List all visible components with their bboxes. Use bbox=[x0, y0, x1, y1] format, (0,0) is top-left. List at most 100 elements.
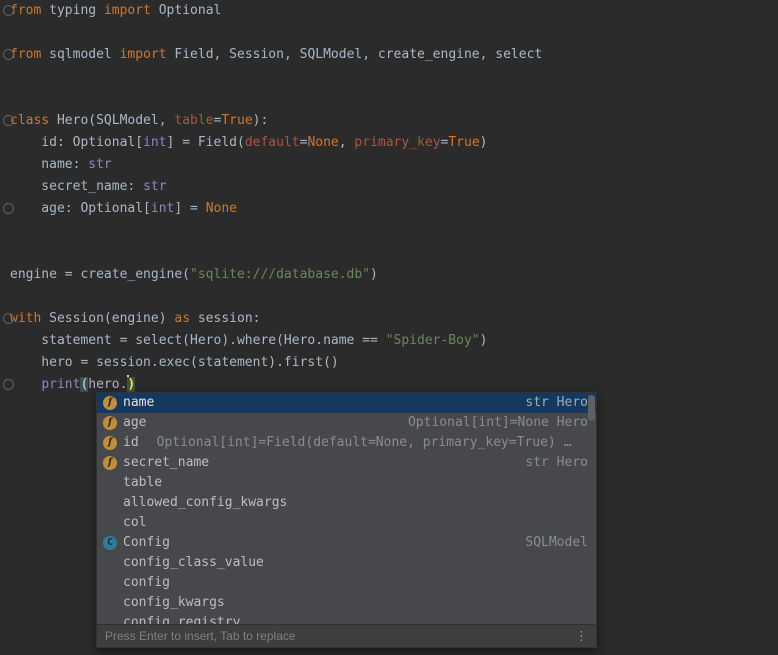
code-token: table bbox=[174, 113, 213, 128]
completion-footer-hint: Press Enter to insert, Tab to replace bbox=[105, 629, 575, 643]
gutter-icon[interactable] bbox=[3, 5, 14, 16]
code-token: from bbox=[10, 47, 41, 62]
code-token: int bbox=[151, 201, 174, 216]
code-token: ] = Field( bbox=[167, 135, 245, 150]
completion-item-type-hint: Optional[int]=None Hero bbox=[146, 413, 588, 433]
code-line[interactable] bbox=[10, 242, 778, 264]
code-token: hero. bbox=[88, 377, 127, 392]
completion-item-label: age bbox=[123, 413, 146, 433]
code-token: str bbox=[88, 157, 111, 172]
code-token: int bbox=[143, 135, 166, 150]
code-token: statement = select(Hero).where(Hero.name… bbox=[10, 333, 386, 348]
code-token: default bbox=[245, 135, 300, 150]
completion-popup: fnamestr HerofageOptional[int]=None Hero… bbox=[96, 392, 597, 648]
gutter-icon[interactable] bbox=[3, 203, 14, 214]
completion-item-label: name bbox=[123, 393, 154, 413]
code-line[interactable]: secret_name: str bbox=[10, 176, 778, 198]
code-token: True bbox=[221, 113, 252, 128]
class-icon: C bbox=[103, 536, 117, 550]
code-token: id: Optional[ bbox=[10, 135, 143, 150]
completion-item-label: config_class_value bbox=[123, 553, 264, 573]
completion-item-label: allowed_config_kwargs bbox=[123, 493, 287, 513]
code-token: ] = bbox=[174, 201, 205, 216]
code-token: primary_key bbox=[354, 135, 440, 150]
code-line[interactable]: age: Optional[int] = None bbox=[10, 198, 778, 220]
code-token: typing bbox=[41, 3, 104, 18]
completion-item-label: Config bbox=[123, 533, 170, 553]
code-token: from bbox=[10, 3, 41, 18]
code-token: , bbox=[339, 135, 355, 150]
completion-item[interactable]: col bbox=[97, 513, 596, 533]
code-token: class bbox=[10, 113, 49, 128]
code-token: import bbox=[104, 3, 151, 18]
code-line[interactable] bbox=[10, 22, 778, 44]
code-token: None bbox=[307, 135, 338, 150]
gutter-icon[interactable] bbox=[3, 379, 14, 390]
code-token: ) bbox=[480, 333, 488, 348]
field-icon: f bbox=[103, 396, 117, 410]
popup-scrollbar-thumb[interactable] bbox=[588, 395, 595, 421]
field-icon: f bbox=[103, 456, 117, 470]
completion-item-signature: Optional[int]=Field(default=None, primar… bbox=[157, 433, 588, 453]
code-token: ) bbox=[127, 377, 135, 392]
completion-item-label: config_kwargs bbox=[123, 593, 225, 613]
code-token: ) bbox=[370, 267, 378, 282]
field-icon: f bbox=[103, 436, 117, 450]
code-line[interactable] bbox=[10, 220, 778, 242]
code-line[interactable]: engine = create_engine("sqlite:///databa… bbox=[10, 264, 778, 286]
code-token: ) bbox=[480, 135, 488, 150]
code-token: "sqlite:///database.db" bbox=[190, 267, 370, 282]
completion-item[interactable]: fidOptional[int]=Field(default=None, pri… bbox=[97, 433, 596, 453]
completion-item[interactable]: C ConfigSQLModel bbox=[97, 533, 596, 553]
code-token bbox=[10, 377, 41, 392]
code-token: "Spider-Boy" bbox=[386, 333, 480, 348]
completion-item[interactable]: fageOptional[int]=None Hero bbox=[97, 413, 596, 433]
code-token: None bbox=[206, 201, 237, 216]
code-token: Hero(SQLModel, bbox=[49, 113, 174, 128]
field-icon: f bbox=[103, 416, 117, 430]
code-token: secret_name: bbox=[10, 179, 143, 194]
code-token: print bbox=[41, 377, 80, 392]
code-token: engine = create_engine( bbox=[10, 267, 190, 282]
completion-item-label: secret_name bbox=[123, 453, 209, 473]
code-token: sqlmodel bbox=[41, 47, 119, 62]
code-lines: from typing import Optionalfrom sqlmodel… bbox=[10, 0, 778, 396]
completion-item[interactable]: allowed_config_kwargs bbox=[97, 493, 596, 513]
code-line[interactable]: with Session(engine) as session: bbox=[10, 308, 778, 330]
completion-item[interactable]: table bbox=[97, 473, 596, 493]
code-line[interactable] bbox=[10, 286, 778, 308]
completion-item[interactable]: config_class_value bbox=[97, 553, 596, 573]
completion-item[interactable]: config bbox=[97, 573, 596, 593]
completion-item-type-hint: SQLModel bbox=[170, 533, 588, 553]
code-token: as bbox=[174, 311, 190, 326]
completion-item-type-hint: str Hero bbox=[209, 453, 588, 473]
completion-footer: Press Enter to insert, Tab to replace ⋮ bbox=[97, 624, 596, 647]
gutter-icon[interactable] bbox=[3, 49, 14, 60]
code-line[interactable]: from sqlmodel import Field, Session, SQL… bbox=[10, 44, 778, 66]
code-line[interactable]: class Hero(SQLModel, table=True): bbox=[10, 110, 778, 132]
code-token: Optional bbox=[151, 3, 221, 18]
code-line[interactable]: name: str bbox=[10, 154, 778, 176]
completion-item-label: col bbox=[123, 513, 146, 533]
code-token: hero = session.exec(statement).first() bbox=[10, 355, 339, 370]
completion-item-type-hint: str Hero bbox=[154, 393, 588, 413]
code-token: ): bbox=[253, 113, 269, 128]
code-token: str bbox=[143, 179, 166, 194]
more-options-icon[interactable]: ⋮ bbox=[575, 630, 588, 643]
code-line[interactable]: hero = session.exec(statement).first() bbox=[10, 352, 778, 374]
gutter-icon[interactable] bbox=[3, 313, 14, 324]
code-token: with bbox=[10, 311, 41, 326]
code-token: age: Optional[ bbox=[10, 201, 151, 216]
code-token: True bbox=[448, 135, 479, 150]
code-token: import bbox=[120, 47, 167, 62]
completion-item[interactable]: config_kwargs bbox=[97, 593, 596, 613]
code-line[interactable]: statement = select(Hero).where(Hero.name… bbox=[10, 330, 778, 352]
code-line[interactable]: from typing import Optional bbox=[10, 0, 778, 22]
code-line[interactable] bbox=[10, 88, 778, 110]
completion-item[interactable]: fnamestr Hero bbox=[97, 393, 596, 413]
code-line[interactable]: id: Optional[int] = Field(default=None, … bbox=[10, 132, 778, 154]
code-token: Field, Session, SQLModel, create_engine,… bbox=[167, 47, 543, 62]
completion-item[interactable]: f secret_namestr Hero bbox=[97, 453, 596, 473]
code-line[interactable] bbox=[10, 66, 778, 88]
gutter-icon[interactable] bbox=[3, 115, 14, 126]
